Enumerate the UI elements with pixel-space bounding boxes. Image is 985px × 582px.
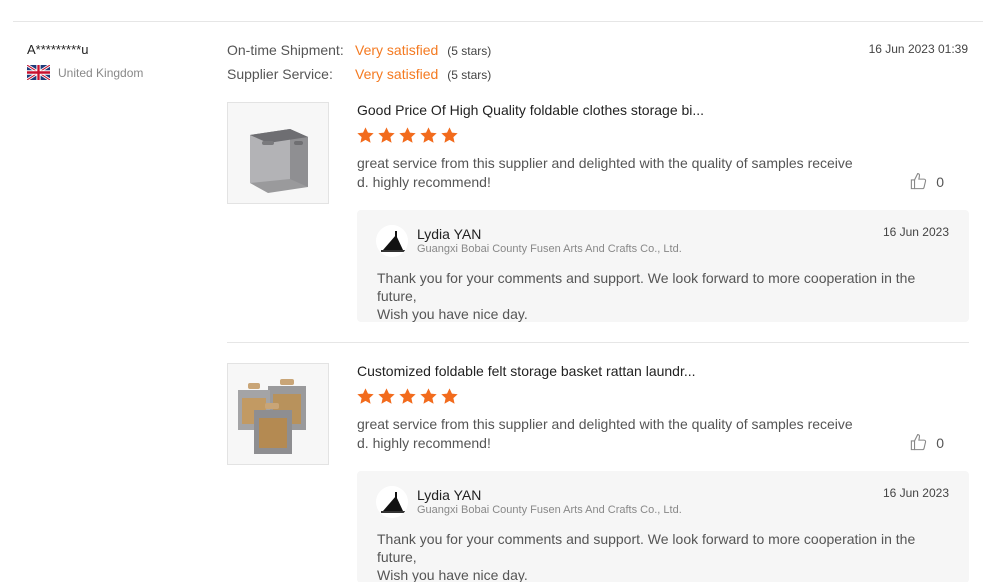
- rating-value: Very satisfied: [355, 42, 439, 58]
- reply-company[interactable]: Guangxi Bobai County Fusen Arts And Craf…: [417, 243, 682, 255]
- star-icon: [420, 388, 437, 404]
- review-comment-line: d. highly recommend!: [357, 435, 491, 451]
- star-icon: [399, 127, 416, 143]
- supplier-avatar: [376, 225, 408, 257]
- review-date: 16 Jun 2023 01:39: [868, 42, 968, 56]
- review-divider: [227, 342, 969, 343]
- like-button[interactable]: 0: [909, 172, 944, 191]
- star-icon: [357, 127, 374, 143]
- reply-text-line: Thank you for your comments and support.…: [377, 270, 916, 304]
- rattan-felt-baskets-image[interactable]: [227, 363, 329, 465]
- rating-label: Supplier Service:: [227, 66, 333, 82]
- reply-text-line: Wish you have nice day.: [377, 306, 528, 322]
- review-comment-line: great service from this supplier and del…: [357, 155, 853, 171]
- thumbs-up-icon: [911, 434, 927, 451]
- uk-flag-icon: [26, 63, 51, 82]
- rating-row-service: Supplier Service: Very satisfied (5 star…: [227, 66, 491, 90]
- top-divider: [13, 21, 983, 22]
- star-rating: [356, 387, 459, 406]
- buyer-country-label: United Kingdom: [58, 65, 144, 80]
- review-comment-line: d. highly recommend!: [357, 174, 491, 190]
- supplier-reply: Lydia YAN Guangxi Bobai County Fusen Art…: [357, 471, 969, 582]
- supplier-avatar: [376, 486, 408, 518]
- reply-date: 16 Jun 2023: [882, 225, 949, 239]
- rating-value: Very satisfied: [355, 66, 439, 82]
- product-title[interactable]: Good Price Of High Quality foldable clot…: [357, 102, 704, 118]
- thumbs-up-icon: [911, 173, 927, 190]
- product-review-1: Good Price Of High Quality foldable clot…: [227, 102, 969, 326]
- like-count: 0: [936, 434, 944, 451]
- star-icon: [399, 388, 416, 404]
- reply-date: 16 Jun 2023: [882, 486, 949, 500]
- star-rating: [356, 126, 459, 145]
- product-title[interactable]: Customized foldable felt storage basket …: [357, 363, 696, 379]
- star-icon: [378, 127, 395, 143]
- reply-author: Lydia YAN: [417, 226, 482, 242]
- felt-storage-box-image[interactable]: [227, 102, 329, 204]
- star-icon: [378, 388, 395, 404]
- rating-label: On-time Shipment:: [227, 42, 344, 58]
- reply-text-line: Thank you for your comments and support.…: [377, 531, 916, 565]
- reply-text: Thank you for your comments and support.…: [377, 530, 957, 582]
- like-count: 0: [936, 173, 944, 190]
- buyer-info: A*********u United Kingdom: [26, 42, 144, 82]
- star-icon: [441, 127, 458, 143]
- rating-note: (5 stars): [447, 44, 492, 58]
- product-review-2: Customized foldable felt storage basket …: [227, 363, 969, 582]
- reply-text: Thank you for your comments and support.…: [377, 269, 957, 323]
- star-icon: [441, 388, 458, 404]
- star-icon: [357, 388, 374, 404]
- reply-author: Lydia YAN: [417, 487, 482, 503]
- review-comment-line: great service from this supplier and del…: [357, 416, 853, 432]
- review-comment: great service from this supplier and del…: [357, 415, 857, 453]
- supplier-ratings: On-time Shipment: Very satisfied (5 star…: [227, 42, 491, 90]
- reply-text-line: Wish you have nice day.: [377, 567, 528, 582]
- like-button[interactable]: 0: [909, 433, 944, 452]
- supplier-reply: Lydia YAN Guangxi Bobai County Fusen Art…: [357, 210, 969, 322]
- review-comment: great service from this supplier and del…: [357, 154, 857, 192]
- reply-company[interactable]: Guangxi Bobai County Fusen Arts And Craf…: [417, 504, 682, 516]
- buyer-country: United Kingdom: [26, 63, 144, 82]
- rating-note: (5 stars): [447, 68, 492, 82]
- rating-row-shipment: On-time Shipment: Very satisfied (5 star…: [227, 42, 491, 66]
- star-icon: [420, 127, 437, 143]
- buyer-name: A*********u: [27, 42, 89, 57]
